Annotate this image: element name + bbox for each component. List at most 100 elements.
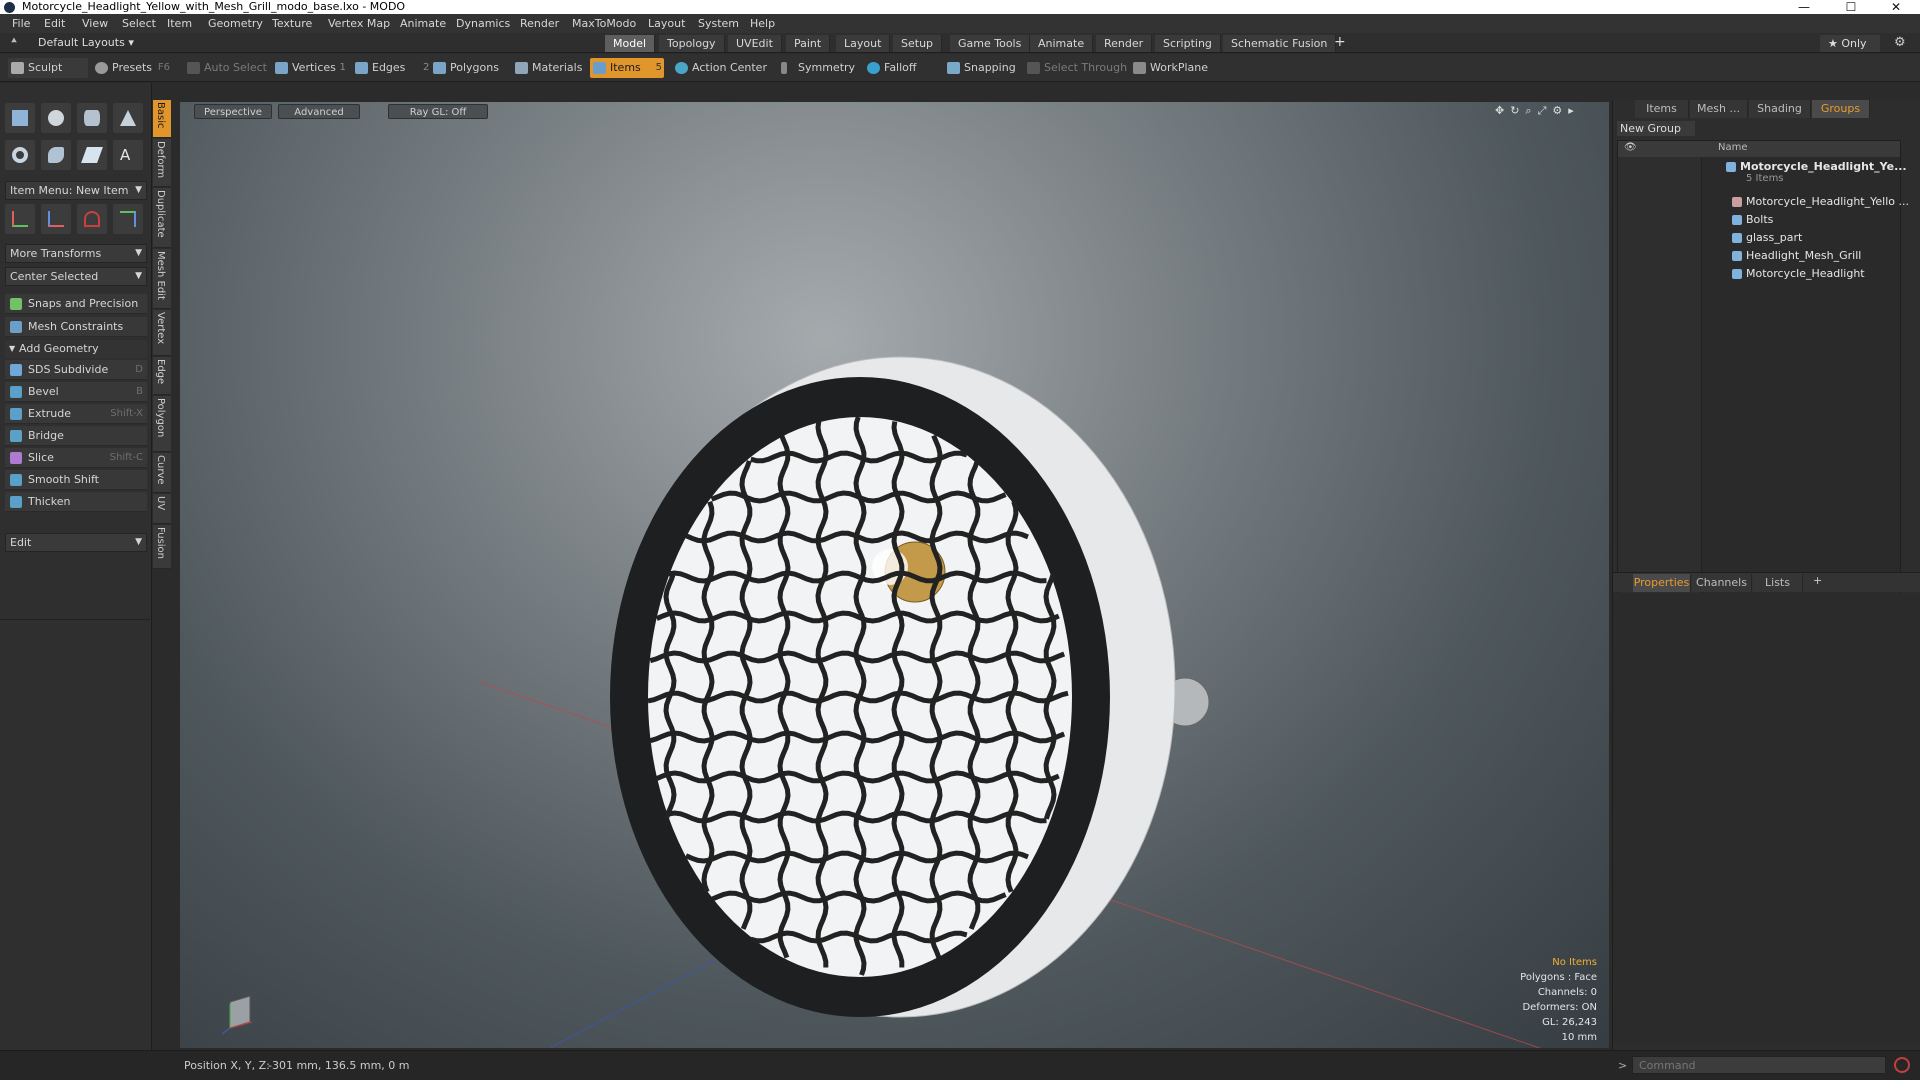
snaps-precision-button[interactable]: Snaps and Precision: [5, 294, 147, 314]
list-item[interactable]: Motorcycle_Headlight: [1732, 265, 1920, 283]
menu-help[interactable]: Help: [750, 14, 775, 33]
close-button[interactable]: ✕: [1874, 0, 1918, 14]
vertices-button[interactable]: Vertices 1: [272, 58, 346, 78]
command-input[interactable]: [1632, 1056, 1886, 1074]
sidetab-vertex[interactable]: Vertex: [153, 310, 171, 356]
tab-model[interactable]: Model: [605, 35, 656, 52]
sds-subdivide-tool[interactable]: SDS Subdivide D: [5, 360, 147, 380]
slice-tool[interactable]: Slice Shift-C: [5, 448, 147, 468]
menu-item[interactable]: Item: [167, 14, 192, 33]
cylinder-primitive-button[interactable]: [77, 103, 107, 133]
tab-animate[interactable]: Animate: [1030, 35, 1094, 52]
center-selected-dropdown[interactable]: Center Selected ▼: [5, 267, 147, 286]
only-toggle[interactable]: ★ Only: [1820, 35, 1880, 52]
tab-shading[interactable]: Shading: [1749, 100, 1811, 118]
move-tool-button[interactable]: [5, 204, 35, 234]
tab-mesh[interactable]: Mesh ...: [1690, 100, 1748, 118]
tube-tool-button[interactable]: [41, 140, 71, 170]
symmetry-button[interactable]: Symmetry: [778, 58, 855, 78]
menu-select[interactable]: Select: [122, 14, 156, 33]
list-item[interactable]: Motorcycle_Headlight_Yello ...: [1732, 193, 1920, 211]
menu-animate[interactable]: Animate: [400, 14, 446, 33]
menu-file[interactable]: File: [12, 14, 30, 33]
tab-game-tools[interactable]: Game Tools: [950, 35, 1031, 52]
add-tab-icon[interactable]: +: [1334, 34, 1346, 50]
menu-geometry[interactable]: Geometry: [208, 14, 263, 33]
transform-tool-button[interactable]: [113, 204, 143, 234]
menu-dynamics[interactable]: Dynamics: [456, 14, 510, 33]
list-item[interactable]: glass_part: [1732, 229, 1920, 247]
sidetab-basic[interactable]: Basic: [153, 100, 171, 138]
new-group-button[interactable]: New Group: [1617, 121, 1695, 136]
sidetab-curve[interactable]: Curve: [153, 453, 171, 493]
tab-groups[interactable]: Groups: [1812, 100, 1870, 118]
presets-button[interactable]: Presets F6: [92, 58, 172, 78]
tab-layout[interactable]: Layout: [836, 35, 891, 52]
rotate-tool-button[interactable]: [41, 204, 71, 234]
sidetab-uv[interactable]: UV: [153, 494, 171, 524]
sphere-primitive-button[interactable]: [41, 103, 71, 133]
bridge-tool[interactable]: Bridge: [5, 426, 147, 446]
materials-button[interactable]: Materials: [512, 58, 582, 78]
pen-tool-button[interactable]: [77, 140, 107, 170]
more-transforms-dropdown[interactable]: More Transforms ▼: [5, 244, 147, 263]
sidetab-mesh-edit[interactable]: Mesh Edit: [153, 249, 171, 309]
menu-edit[interactable]: Edit: [44, 14, 65, 33]
menu-maxtomodo[interactable]: MaxToModo: [572, 14, 636, 33]
tab-schematic-fusion[interactable]: Schematic Fusion: [1223, 35, 1337, 52]
list-item[interactable]: Headlight_Mesh_Grill: [1732, 247, 1920, 265]
workplane-button[interactable]: WorkPlane: [1130, 58, 1208, 78]
layout-up-icon[interactable]: ⯅: [10, 36, 18, 47]
action-center-button[interactable]: Action Center: [672, 58, 767, 78]
sidetab-duplicate[interactable]: Duplicate: [153, 188, 171, 248]
menu-view[interactable]: View: [82, 14, 108, 33]
cube-primitive-button[interactable]: [5, 103, 35, 133]
sidetab-polygon[interactable]: Polygon: [153, 396, 171, 452]
tab-paint[interactable]: Paint: [786, 35, 831, 52]
default-layouts-dropdown[interactable]: Default Layouts ▾: [38, 36, 134, 49]
tab-uvedit[interactable]: UVEdit: [728, 35, 782, 52]
edges-button[interactable]: Edges 2: [352, 58, 429, 78]
tab-scripting[interactable]: Scripting: [1155, 35, 1221, 52]
sidetab-edge[interactable]: Edge: [153, 357, 171, 395]
tab-items[interactable]: Items: [1635, 100, 1689, 118]
gear-icon[interactable]: ⚙: [1894, 35, 1906, 50]
falloff-button[interactable]: Falloff: [864, 58, 916, 78]
menu-texture[interactable]: Texture: [272, 14, 312, 33]
torus-primitive-button[interactable]: [5, 140, 35, 170]
menu-layout[interactable]: Layout: [648, 14, 685, 33]
item-menu-dropdown[interactable]: Item Menu: New Item ▼: [5, 181, 147, 200]
edit-dropdown[interactable]: Edit ▼: [5, 533, 147, 552]
add-tab-icon[interactable]: +: [1813, 574, 1822, 587]
menu-render[interactable]: Render: [520, 14, 559, 33]
tab-setup[interactable]: Setup: [893, 35, 943, 52]
3d-viewport[interactable]: Perspective Advanced Ray GL: Off ✥↻⌕⤢⚙▸ …: [180, 102, 1609, 1048]
sculpt-button[interactable]: Sculpt: [8, 58, 88, 78]
auto-select-button[interactable]: Auto Select: [184, 58, 267, 78]
items-button[interactable]: Items 5: [590, 58, 664, 78]
add-geometry-section[interactable]: ▼ Add Geometry: [5, 340, 147, 358]
extrude-tool[interactable]: Extrude Shift-X: [5, 404, 147, 424]
list-item[interactable]: Bolts: [1732, 211, 1920, 229]
tab-topology[interactable]: Topology: [659, 35, 725, 52]
select-through-button[interactable]: Select Through: [1024, 58, 1127, 78]
tab-lists[interactable]: Lists: [1753, 574, 1803, 592]
maximize-button[interactable]: ☐: [1829, 0, 1873, 14]
menu-vertex-map[interactable]: Vertex Map: [328, 14, 390, 33]
thicken-tool[interactable]: Thicken: [5, 492, 147, 512]
sidetab-deform[interactable]: Deform: [153, 139, 171, 187]
polygons-button[interactable]: Polygons: [430, 58, 499, 78]
record-icon[interactable]: [1894, 1057, 1910, 1073]
menu-system[interactable]: System: [698, 14, 739, 33]
cone-primitive-button[interactable]: [113, 103, 143, 133]
tab-channels[interactable]: Channels: [1692, 574, 1752, 592]
tab-render[interactable]: Render: [1096, 35, 1153, 52]
bevel-tool[interactable]: Bevel B: [5, 382, 147, 402]
tab-properties[interactable]: Properties: [1633, 574, 1691, 592]
smooth-shift-tool[interactable]: Smooth Shift: [5, 470, 147, 490]
minimize-button[interactable]: —: [1782, 0, 1826, 14]
sidetab-fusion[interactable]: Fusion: [153, 525, 171, 569]
scale-tool-button[interactable]: [77, 204, 107, 234]
snapping-button[interactable]: Snapping: [944, 58, 1016, 78]
text-tool-button[interactable]: A: [113, 140, 143, 170]
